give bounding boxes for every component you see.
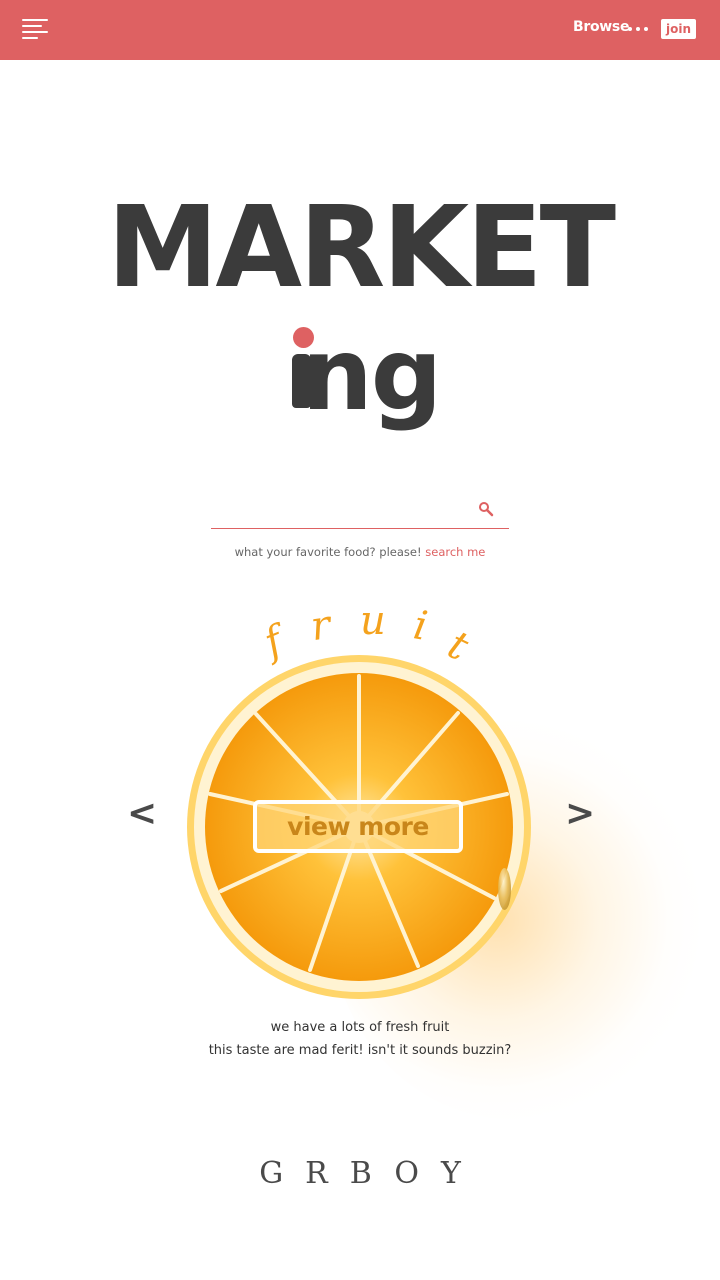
hero-title-line2-text: ng [301, 316, 443, 433]
footer-brand: GRBOY [259, 1156, 483, 1191]
juice-drop [498, 868, 511, 910]
fruit-heading-letter: r [307, 601, 334, 651]
top-nav-bar: Browse join [0, 0, 720, 60]
carousel-description-line1: we have a lots of fresh fruit [270, 1020, 450, 1035]
hero-title-i-stem [292, 354, 311, 408]
hero-title-line2: ng [0, 320, 720, 430]
fruit-heading-letter: u [360, 598, 386, 644]
carousel-next-button[interactable]: > [565, 792, 595, 836]
view-more-button[interactable]: view more [253, 800, 463, 853]
more-options-icon[interactable] [628, 27, 650, 33]
search-input[interactable] [211, 496, 469, 526]
search-icon[interactable] [478, 501, 494, 517]
search-me-link[interactable]: search me [425, 545, 485, 559]
search-field [211, 492, 509, 529]
hero-title-i-dot [293, 327, 314, 348]
join-button[interactable]: join [661, 19, 696, 39]
search-hint: what your favorite food? please! search … [0, 545, 720, 559]
carousel-prev-button[interactable]: < [127, 792, 157, 836]
hamburger-menu-icon[interactable] [22, 18, 48, 40]
fruit-heading-letter: i [410, 602, 431, 650]
hero-title-line1: MARKET [106, 183, 616, 313]
browse-link[interactable]: Browse [573, 19, 629, 35]
search-hint-text: what your favorite food? please! [234, 545, 426, 559]
carousel-description-line2: this taste are mad ferit! isn't it sound… [208, 1043, 512, 1058]
